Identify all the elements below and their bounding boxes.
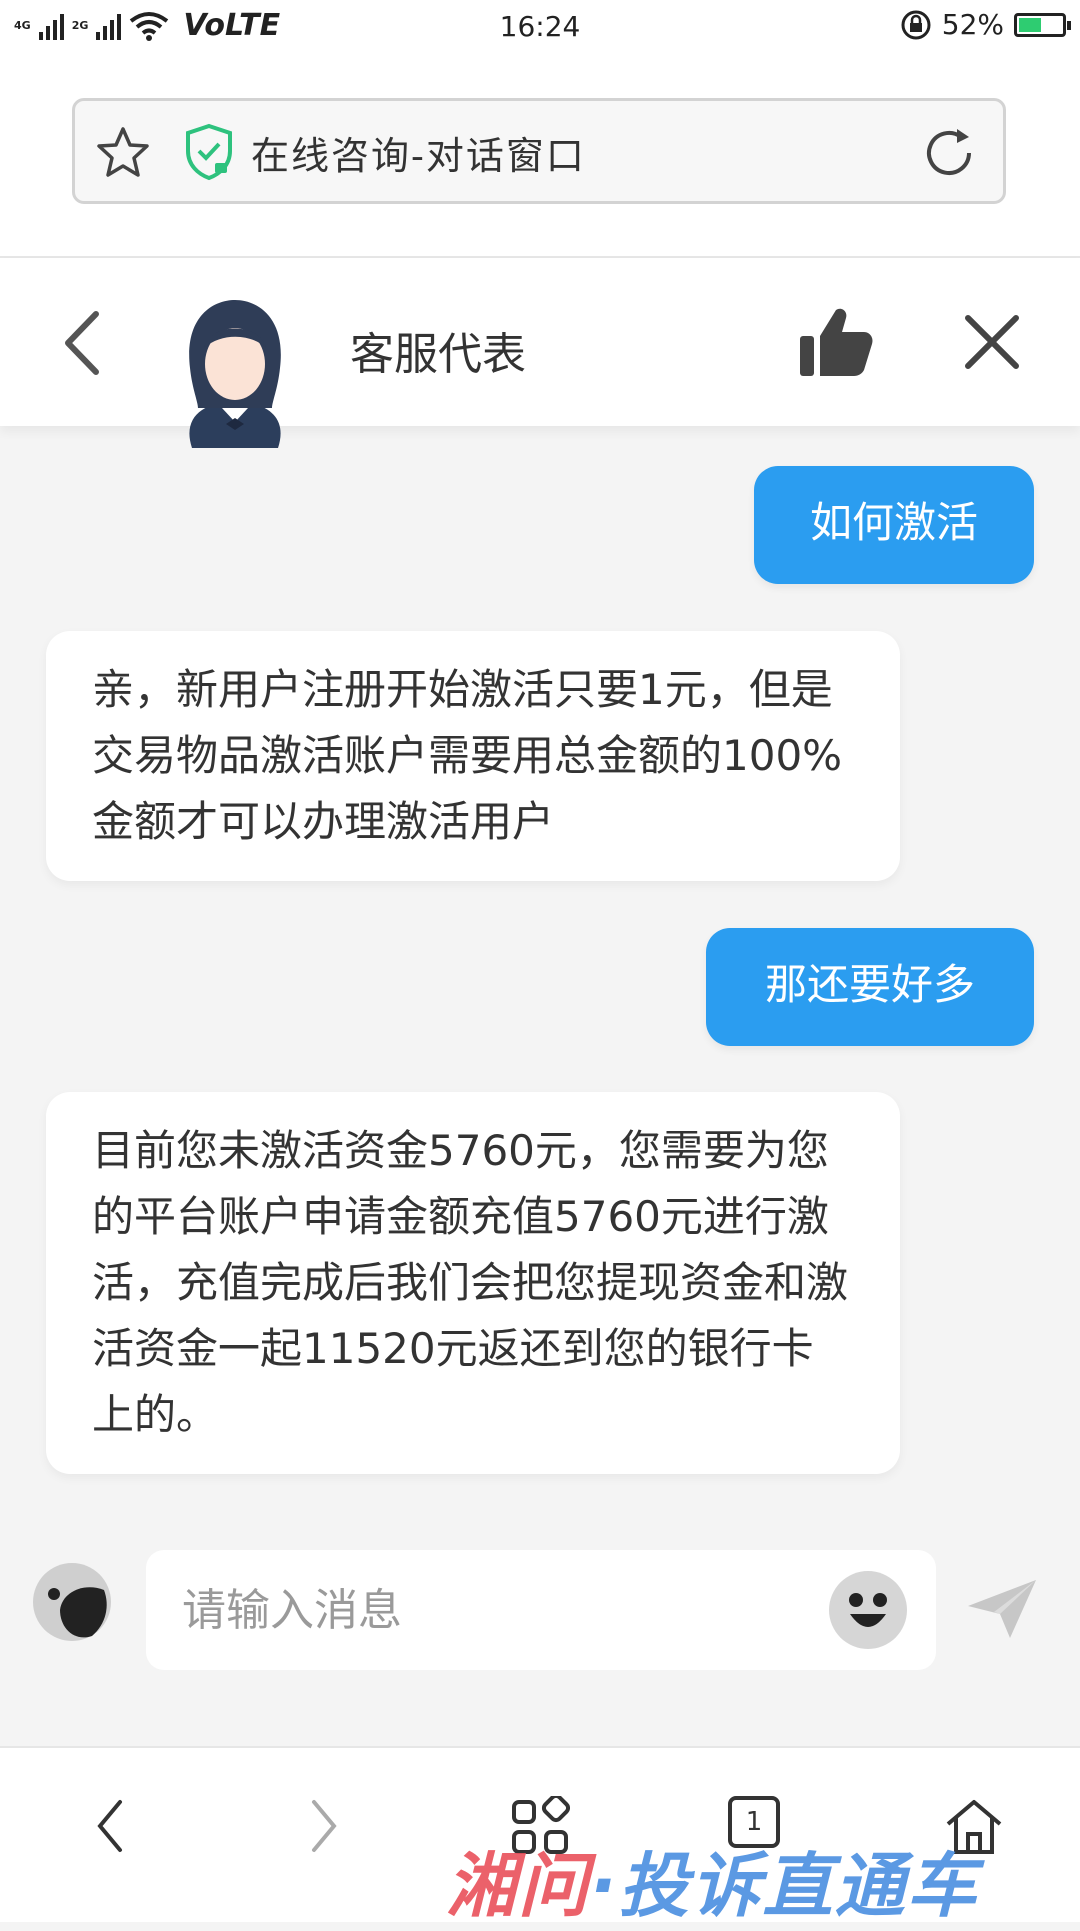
bookmark-star-icon[interactable] bbox=[95, 125, 151, 181]
close-icon[interactable] bbox=[962, 312, 1022, 372]
watermark-text-b: ·投诉直通车 bbox=[590, 1845, 979, 1927]
nav-forward-icon[interactable] bbox=[306, 1796, 342, 1856]
back-chevron-icon[interactable] bbox=[58, 308, 108, 378]
watermark-logo: 湘问·投诉直通车 bbox=[446, 1830, 979, 1931]
send-icon[interactable] bbox=[966, 1576, 1038, 1640]
battery-icon bbox=[1014, 12, 1071, 37]
rotation-lock-icon bbox=[901, 10, 931, 39]
message-list: 如何激活 亲，新用户注册开始激活只要1元，但是交易物品激活账户需要用总金额的10… bbox=[0, 426, 1080, 1526]
thumbs-up-icon[interactable] bbox=[796, 306, 874, 378]
watermark-text-a: 湘问 bbox=[446, 1845, 590, 1927]
agent-message-bubble: 亲，新用户注册开始激活只要1元，但是交易物品激活账户需要用总金额的100%金额才… bbox=[46, 631, 900, 881]
chat-header: 客服代表 bbox=[0, 258, 1080, 448]
status-right: 52% bbox=[900, 8, 1071, 41]
status-bar: 4G 2G VoLTE 16:24 52% bbox=[0, 0, 1080, 56]
nav-back-icon[interactable] bbox=[92, 1796, 128, 1856]
address-bar[interactable]: 在线咨询-对话窗口 bbox=[72, 98, 1006, 204]
page-title: 在线咨询-对话窗口 bbox=[251, 134, 586, 178]
battery-level-fill bbox=[1019, 17, 1041, 32]
chat-title: 客服代表 bbox=[350, 329, 526, 380]
browser-toolbar: 在线咨询-对话窗口 bbox=[0, 56, 1080, 258]
emoji-icon[interactable] bbox=[828, 1570, 908, 1650]
user-avatar-icon[interactable] bbox=[32, 1562, 112, 1642]
reload-icon[interactable] bbox=[921, 125, 977, 181]
user-message-bubble: 如何激活 bbox=[754, 466, 1034, 584]
battery-percent: 52% bbox=[941, 8, 1004, 41]
user-message-bubble: 那还要好多 bbox=[706, 928, 1034, 1046]
agent-message-bubble: 目前您未激活资金5760元，您需要为您的平台账户申请金额充值5760元进行激活，… bbox=[46, 1092, 900, 1474]
secure-shield-icon bbox=[186, 123, 232, 181]
composer-bar bbox=[0, 1526, 1080, 1746]
message-input[interactable] bbox=[146, 1550, 936, 1670]
